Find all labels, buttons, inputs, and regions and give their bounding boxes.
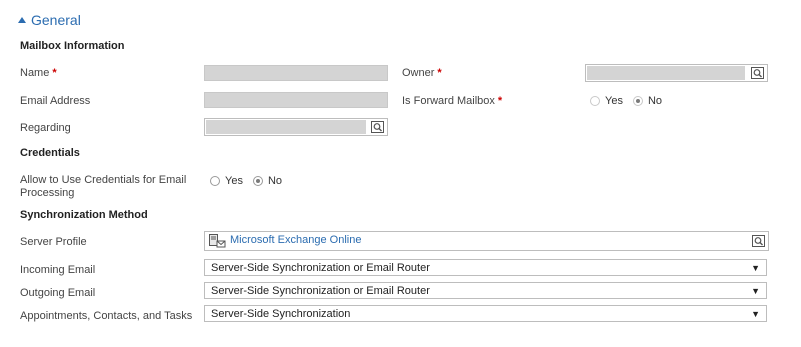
required-marker: * <box>497 95 503 107</box>
server-profile-label: Server Profile <box>20 236 87 248</box>
incoming-email-value: Server-Side Synchronization or Email Rou… <box>211 261 430 274</box>
dropdown-arrow-icon[interactable]: ▼ <box>751 286 760 296</box>
owner-label-text: Owner <box>402 67 435 79</box>
credentials-no-radio[interactable]: No <box>252 175 283 187</box>
radio-circle[interactable] <box>632 96 643 106</box>
outgoing-email-value: Server-Side Synchronization or Email Rou… <box>211 284 430 297</box>
forward-mailbox-radio-group: Yes No <box>590 95 672 107</box>
outgoing-email-label: Outgoing Email <box>20 287 96 299</box>
sync-method-heading: Synchronization Method <box>20 209 148 221</box>
regarding-lookup[interactable] <box>204 118 388 136</box>
allow-credentials-label-line2: Processing <box>20 187 75 199</box>
allow-credentials-radio-group: Yes No <box>210 175 292 187</box>
incoming-email-select[interactable]: Server-Side Synchronization or Email Rou… <box>204 259 767 276</box>
radio-circle[interactable] <box>590 96 600 106</box>
forward-no-radio[interactable]: No <box>632 95 663 107</box>
lookup-search-icon[interactable] <box>749 233 767 249</box>
appointments-value: Server-Side Synchronization <box>211 307 351 320</box>
section-title: General <box>31 12 81 28</box>
radio-circle[interactable] <box>210 176 220 186</box>
forward-mailbox-label-text: Is Forward Mailbox <box>402 95 495 107</box>
radio-label: Yes <box>605 95 623 107</box>
appointments-label: Appointments, Contacts, and Tasks <box>20 310 193 322</box>
forward-mailbox-label: Is Forward Mailbox * <box>402 95 502 107</box>
section-general-header[interactable]: General <box>18 12 81 28</box>
name-label: Name * <box>20 67 57 79</box>
appointments-select[interactable]: Server-Side Synchronization ▼ <box>204 305 767 322</box>
name-label-text: Name <box>20 67 50 79</box>
radio-label: No <box>647 95 663 107</box>
credentials-yes-radio[interactable]: Yes <box>210 175 243 187</box>
required-marker: * <box>52 67 57 79</box>
incoming-email-label: Incoming Email <box>20 264 96 276</box>
server-profile-link[interactable]: Microsoft Exchange Online <box>230 234 361 246</box>
name-field[interactable] <box>204 65 388 81</box>
regarding-value <box>206 120 366 134</box>
email-address-field[interactable] <box>204 92 388 108</box>
required-marker: * <box>437 67 442 79</box>
email-address-label: Email Address <box>20 95 91 107</box>
credentials-heading: Credentials <box>20 147 80 159</box>
owner-value <box>587 66 745 80</box>
owner-lookup[interactable] <box>585 64 768 82</box>
allow-credentials-label-line1: Allow to Use Credentials for Email <box>20 174 187 186</box>
regarding-label: Regarding <box>20 122 71 134</box>
radio-label: No <box>267 175 283 187</box>
dropdown-arrow-icon[interactable]: ▼ <box>751 309 760 319</box>
radio-label: Yes <box>225 175 243 187</box>
forward-yes-radio[interactable]: Yes <box>590 95 623 107</box>
radio-circle[interactable] <box>252 176 263 186</box>
server-profile-lookup[interactable]: Microsoft Exchange Online <box>204 231 769 251</box>
mailbox-info-heading: Mailbox Information <box>20 40 125 52</box>
dropdown-arrow-icon[interactable]: ▼ <box>751 263 760 273</box>
owner-label: Owner * <box>402 67 442 79</box>
collapse-caret-icon[interactable] <box>18 17 26 23</box>
outgoing-email-select[interactable]: Server-Side Synchronization or Email Rou… <box>204 282 767 299</box>
lookup-search-icon[interactable] <box>368 119 386 135</box>
allow-credentials-label: Allow to Use Credentials for Email Proce… <box>20 174 186 200</box>
server-profile-icon <box>209 234 226 251</box>
lookup-search-icon[interactable] <box>748 65 766 81</box>
